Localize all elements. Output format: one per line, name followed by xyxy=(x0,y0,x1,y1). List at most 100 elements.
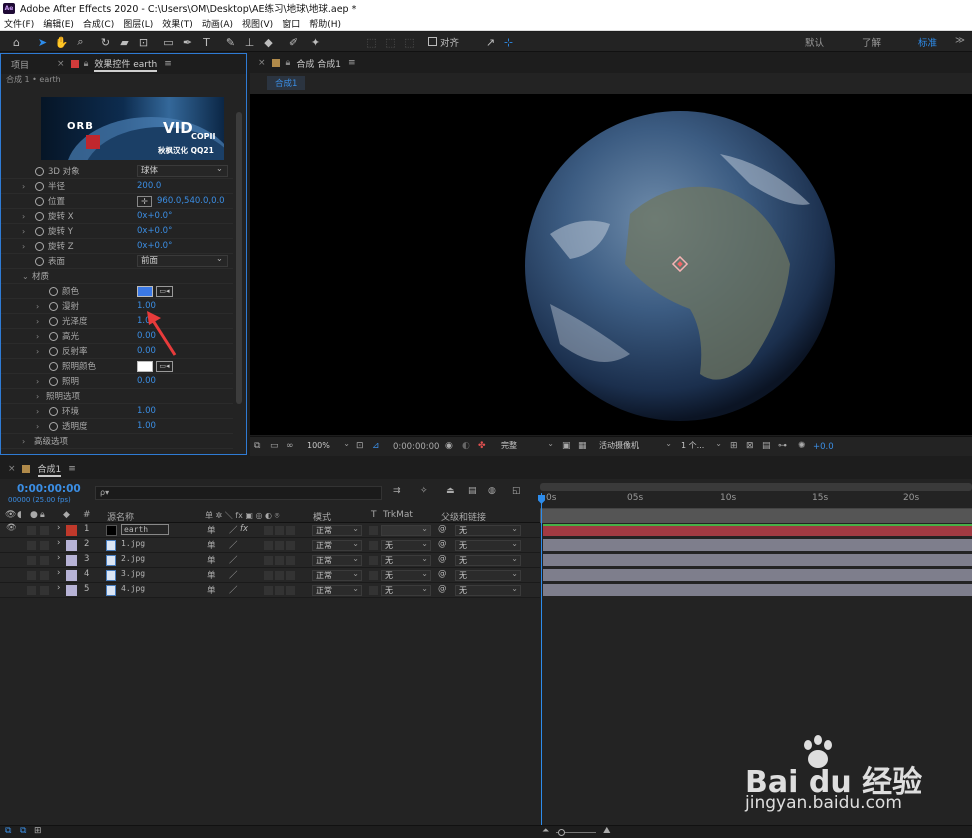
shy-switch-icon[interactable]: 单 xyxy=(207,584,216,596)
rotate-tool-icon[interactable]: ↻ xyxy=(97,34,114,50)
in-out-icon[interactable]: ⊞ xyxy=(34,826,42,836)
label-color[interactable] xyxy=(66,585,77,596)
fx-switch-icon[interactable]: fx xyxy=(240,524,248,534)
transfer-controls-icon[interactable]: ⧉ xyxy=(20,826,26,836)
lock-toggle[interactable] xyxy=(40,556,49,565)
stopwatch-icon[interactable] xyxy=(49,316,58,326)
pickwhip-icon[interactable]: @ xyxy=(438,569,447,579)
layer-bar[interactable] xyxy=(543,539,972,551)
lock-toggle[interactable] xyxy=(40,571,49,580)
layer-row[interactable]: › 4 3.jpg 单 ／ 正常 无 @ 无 xyxy=(0,568,540,583)
menu-layer[interactable]: 图层(L) xyxy=(123,17,153,30)
snapshot-toggle-icon[interactable]: ⧉ xyxy=(254,441,260,451)
parent-dropdown[interactable]: 无 xyxy=(455,584,521,596)
pan-behind-tool-icon[interactable]: ⊡ xyxy=(135,34,152,50)
expand-arrow-icon[interactable]: › xyxy=(57,538,60,548)
color-swatch[interactable] xyxy=(137,286,153,297)
snap-features-icon[interactable]: ⊹ xyxy=(500,34,517,50)
layer-name[interactable]: 3.jpg xyxy=(121,569,145,578)
stopwatch-icon[interactable] xyxy=(35,241,44,251)
quality-switch-icon[interactable]: ／ xyxy=(229,569,238,581)
expand-arrow-icon[interactable]: › xyxy=(36,317,39,326)
parent-dropdown[interactable]: 无 xyxy=(455,539,521,551)
expand-arrow-icon[interactable]: › xyxy=(57,583,60,593)
motion-blur-icon[interactable]: ◍ xyxy=(488,486,496,496)
lock-toggle[interactable] xyxy=(40,586,49,595)
zoom-slider-handle[interactable] xyxy=(558,829,565,836)
rotate-x-value[interactable]: 0x+0.0° xyxy=(137,211,172,221)
effect-controls-scrollbar[interactable] xyxy=(236,112,242,404)
fit-frame-icon[interactable]: ⊡ xyxy=(356,441,364,451)
preserve-transparency-toggle[interactable] xyxy=(369,541,378,550)
parent-dropdown[interactable]: 无 xyxy=(455,554,521,566)
comp-mini-flowchart-icon[interactable]: ⇉ xyxy=(393,486,401,496)
draft-3d-icon[interactable]: ✧ xyxy=(420,486,428,496)
pickwhip-icon[interactable]: @ xyxy=(438,554,447,564)
switch-boxes[interactable] xyxy=(264,541,296,550)
switch-boxes[interactable] xyxy=(264,526,296,535)
pen-tool-icon[interactable]: ✒ xyxy=(179,34,196,50)
panel-menu-icon[interactable]: ≡ xyxy=(164,59,172,69)
playhead-line[interactable] xyxy=(541,493,542,838)
eyedropper-icon[interactable]: ▭◂ xyxy=(156,361,173,372)
flowchart-icon[interactable]: ⊶ xyxy=(778,441,787,451)
shy-switch-icon[interactable]: 单 xyxy=(207,554,216,566)
resolution-dropdown[interactable]: 完整 xyxy=(498,439,556,452)
region-icon[interactable]: ⊿ xyxy=(372,441,380,451)
stopwatch-icon[interactable] xyxy=(35,181,44,191)
video-switch-icon[interactable]: 👁︎ xyxy=(5,510,16,520)
stopwatch-icon[interactable] xyxy=(49,346,58,356)
tab-composition[interactable]: 合成 合成1 xyxy=(296,57,341,70)
layer-row[interactable]: › 5 4.jpg 单 ／ 正常 无 @ 无 xyxy=(0,583,540,598)
clone-stamp-tool-icon[interactable]: ⊥ xyxy=(241,34,258,50)
trkmat-dropdown[interactable]: 无 xyxy=(381,584,431,596)
view-axis-icon[interactable]: ⬚ xyxy=(401,34,418,50)
layer-bar[interactable] xyxy=(543,569,972,581)
show-snapshot-icon[interactable]: ◐ xyxy=(462,441,470,451)
roto-brush-tool-icon[interactable]: ✐ xyxy=(285,34,302,50)
stopwatch-icon[interactable] xyxy=(49,406,58,416)
label-color[interactable] xyxy=(66,525,77,536)
mode-dropdown[interactable]: 正常 xyxy=(312,584,362,596)
expand-arrow-icon[interactable]: › xyxy=(57,523,60,533)
masks-icon[interactable]: ∞ xyxy=(286,441,294,451)
graph-editor-icon[interactable]: ◱ xyxy=(512,486,521,496)
menu-composition[interactable]: 合成(C) xyxy=(83,17,114,30)
expand-arrow-icon[interactable]: › xyxy=(36,407,39,416)
stopwatch-icon[interactable] xyxy=(49,301,58,311)
solo-toggle[interactable] xyxy=(27,541,36,550)
workspace-overflow[interactable]: ≫ xyxy=(955,35,965,46)
world-axis-icon[interactable]: ⬚ xyxy=(382,34,399,50)
pickwhip-icon[interactable]: @ xyxy=(438,524,447,534)
expand-arrow-icon[interactable]: › xyxy=(22,437,25,446)
eraser-tool-icon[interactable]: ◆ xyxy=(260,34,277,50)
lock-toggle[interactable] xyxy=(40,526,49,535)
stopwatch-icon[interactable] xyxy=(49,286,58,296)
menu-help[interactable]: 帮助(H) xyxy=(309,17,341,30)
time-ruler[interactable]: 0s 05s 10s 15s 20s xyxy=(540,491,972,509)
col-source-name[interactable]: 源名称 xyxy=(107,510,134,523)
panel-menu-icon[interactable]: ≡ xyxy=(68,464,76,474)
preserve-transparency-toggle[interactable] xyxy=(369,526,378,535)
zoom-dropdown[interactable]: 100% xyxy=(304,439,352,452)
expand-arrow-icon[interactable]: › xyxy=(36,422,39,431)
timeline-icon[interactable]: ▤ xyxy=(762,441,771,451)
parent-dropdown[interactable]: 无 xyxy=(455,524,521,536)
toggle-pixel-icon[interactable]: ⊞ xyxy=(730,441,738,451)
stopwatch-icon[interactable] xyxy=(35,211,44,221)
menu-file[interactable]: 文件(F) xyxy=(4,17,34,30)
tab-effect-controls[interactable]: 效果控件 earth xyxy=(94,57,158,72)
switch-boxes[interactable] xyxy=(264,571,296,580)
stopwatch-icon[interactable] xyxy=(35,226,44,236)
views-dropdown[interactable]: 1 个... xyxy=(678,439,724,452)
layer-name[interactable]: 2.jpg xyxy=(121,554,145,563)
stopwatch-icon[interactable] xyxy=(49,376,58,386)
roi-icon[interactable]: ▣ xyxy=(562,441,571,451)
solo-toggle[interactable] xyxy=(27,586,36,595)
shy-switch-icon[interactable]: 单 xyxy=(207,539,216,551)
radius-value[interactable]: 200.0 xyxy=(137,181,161,191)
parent-dropdown[interactable]: 无 xyxy=(455,569,521,581)
local-axis-icon[interactable]: ⬚ xyxy=(363,34,380,50)
preserve-transparency-toggle[interactable] xyxy=(369,556,378,565)
workspace-standard[interactable]: 标准 xyxy=(918,35,937,49)
